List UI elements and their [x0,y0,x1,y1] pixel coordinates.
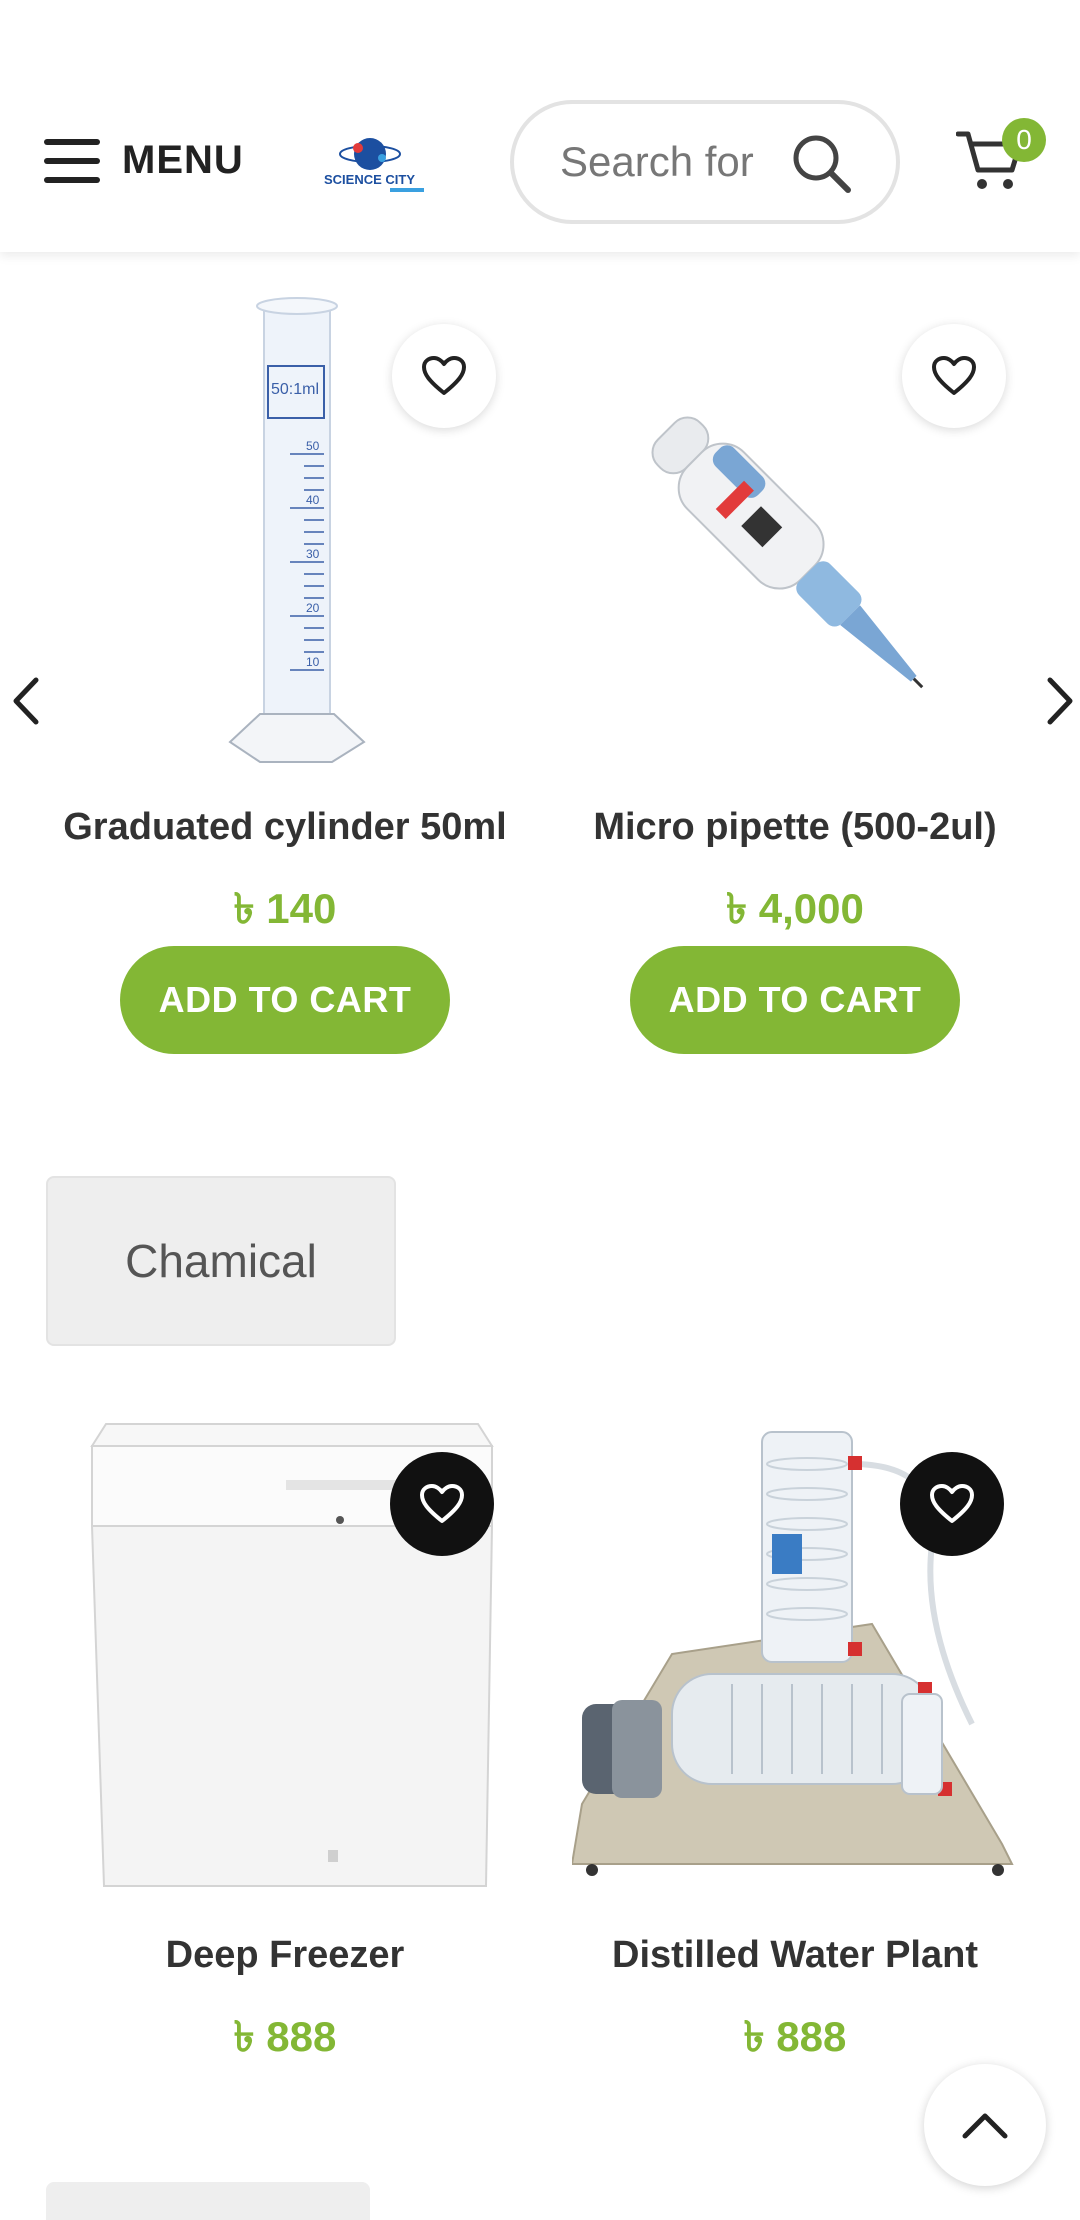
chevron-left-icon[interactable] [6,674,46,728]
site-logo[interactable]: SCIENCE CITY [320,128,428,198]
menu-label: MENU [122,138,244,182]
search-box[interactable] [510,100,900,224]
logo-text: SCIENCE CITY [324,172,415,187]
product-title[interactable]: Deep Freezer [30,1934,540,1977]
chevron-right-icon[interactable] [1040,674,1080,728]
cylinder-tick-label: 50 [306,439,320,453]
search-icon[interactable] [790,132,852,194]
cylinder-tick-label: 30 [306,547,320,561]
add-to-cart-button[interactable]: ADD TO CART [630,946,960,1054]
heart-icon [932,356,976,395]
search-input[interactable] [560,138,760,186]
wishlist-button[interactable] [390,1452,494,1556]
cylinder-tick-label: 40 [306,493,320,507]
add-to-cart-button[interactable]: ADD TO CART [120,946,450,1054]
heart-icon [930,1484,974,1523]
product-price: ৳ 140 [233,885,337,932]
category-tab-next[interactable] [46,2182,370,2220]
product-price: ৳ 4,000 [726,885,864,932]
cylinder-tick-label: 10 [306,655,320,669]
product-price: ৳ 888 [233,2013,337,2060]
cart-count-badge: 0 [1002,118,1046,162]
category-tab-chamical[interactable]: Chamical [46,1176,396,1346]
menu-button[interactable]: MENU [44,138,244,183]
product-image-graduated-cylinder[interactable]: 50:1ml 50 40 30 20 10 [220,294,370,770]
heart-icon [422,356,466,395]
product-image-micro-pipette[interactable] [600,370,980,740]
product-title[interactable]: Micro pipette (500-2ul) [540,806,1050,849]
wishlist-button[interactable] [902,324,1006,428]
wishlist-button[interactable] [900,1452,1004,1556]
site-header: MENU SCIENCE CITY 0 [0,0,1080,252]
heart-icon [420,1484,464,1523]
wishlist-button[interactable] [392,324,496,428]
cylinder-label: 50:1ml [271,381,319,398]
product-title[interactable]: Graduated cylinder 50ml [30,806,540,849]
cylinder-tick-label: 20 [306,601,320,615]
product-title[interactable]: Distilled Water Plant [540,1934,1050,1977]
scroll-to-top-button[interactable] [924,2064,1046,2186]
chevron-up-icon [962,2113,1008,2139]
hamburger-icon [44,138,100,183]
